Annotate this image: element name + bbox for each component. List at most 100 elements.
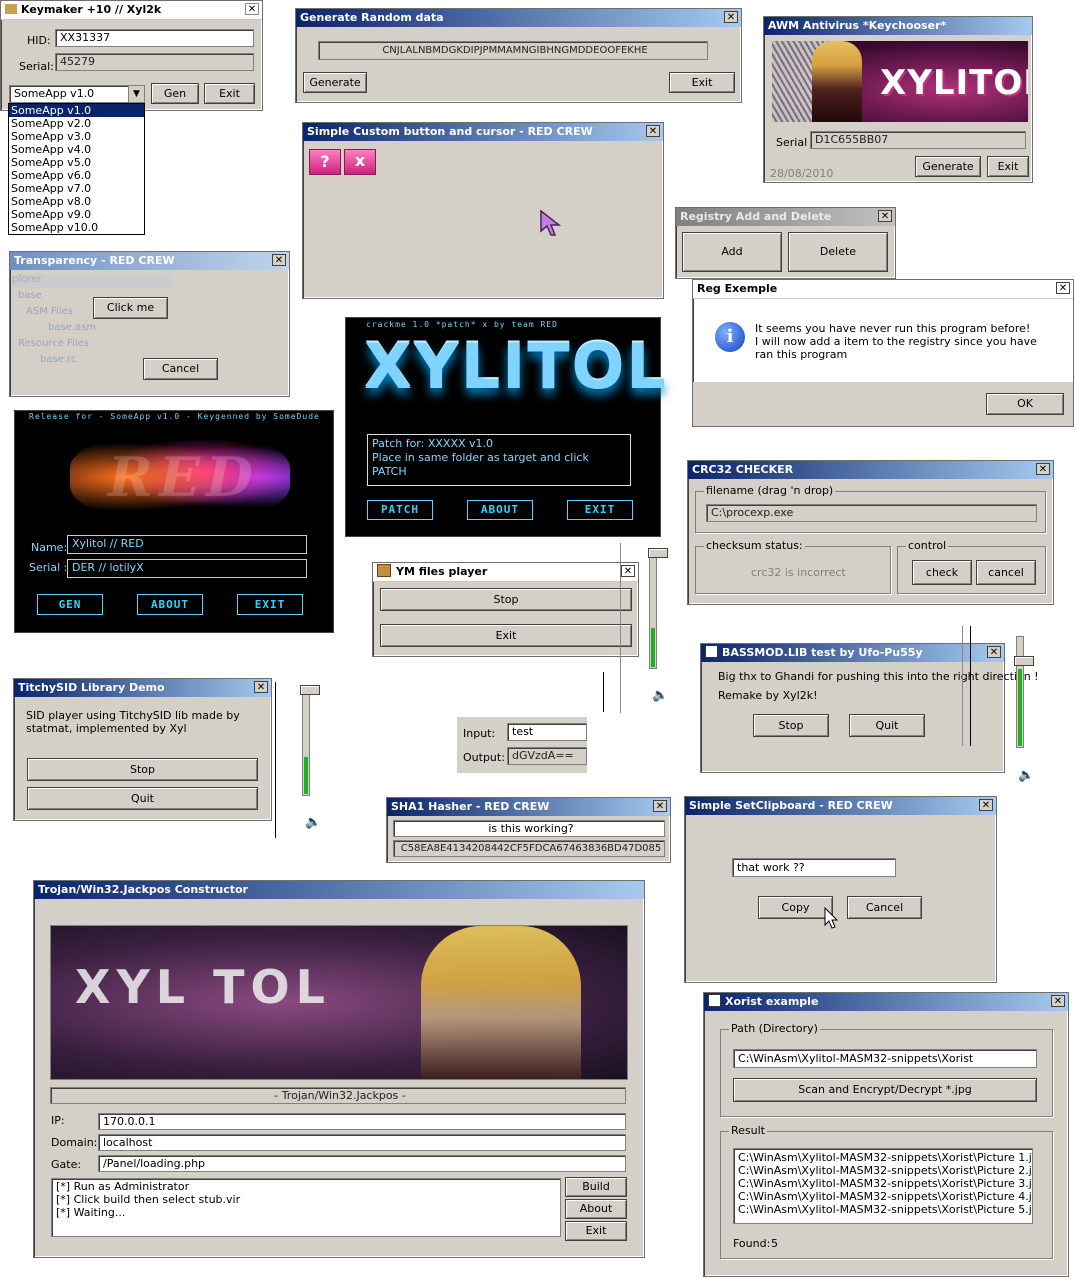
about-button[interactable]: ABOUT	[137, 594, 203, 615]
speaker-icon[interactable]: 🔈	[305, 815, 321, 830]
dropdown-option[interactable]: SomeApp v5.0	[9, 156, 144, 169]
xorist-titlebar[interactable]: Xorist example ✕	[704, 993, 1068, 1011]
scan-encrypt-button[interactable]: Scan and Encrypt/Decrypt *.jpg	[733, 1078, 1037, 1102]
dropdown-option[interactable]: SomeApp v6.0	[9, 169, 144, 182]
app-select[interactable]: SomeApp v1.0 ▼	[9, 85, 145, 103]
cancel-button[interactable]: Cancel	[847, 896, 922, 919]
click-me-button[interactable]: Click me	[93, 297, 168, 319]
dropdown-option[interactable]: SomeApp v2.0	[9, 117, 144, 130]
result-item[interactable]: C:\WinAsm\Xylitol-MASM32-snippets\Xorist…	[738, 1177, 1032, 1190]
dropdown-option[interactable]: SomeApp v8.0	[9, 195, 144, 208]
result-list[interactable]: C:\WinAsm\Xylitol-MASM32-snippets\Xorist…	[733, 1148, 1033, 1224]
gen-button[interactable]: GEN	[37, 594, 103, 615]
dropdown-option[interactable]: SomeApp v3.0	[9, 130, 144, 143]
stop-button[interactable]: Stop	[380, 588, 632, 611]
result-item[interactable]: C:\WinAsm\Xylitol-MASM32-snippets\Xorist…	[738, 1190, 1032, 1203]
dropdown-option[interactable]: SomeApp v1.0	[9, 104, 144, 117]
titchy-titlebar[interactable]: TitchySID Library Demo ✕	[14, 679, 271, 697]
close-icon[interactable]: ✕	[987, 646, 1001, 658]
reg-exemple-titlebar[interactable]: Reg Exemple ✕	[693, 280, 1073, 299]
gen-button[interactable]: Gen	[151, 83, 199, 104]
sha1-input[interactable]: is this working?	[393, 820, 665, 837]
close-icon[interactable]: ✕	[1056, 282, 1070, 294]
dropdown-option[interactable]: SomeApp v9.0	[9, 208, 144, 221]
name-field[interactable]: Xylitol // RED	[67, 535, 307, 554]
delete-button[interactable]: Delete	[788, 232, 888, 272]
close-icon[interactable]: ✕	[653, 800, 667, 812]
bassmod-titlebar[interactable]: BASSMOD.LIB test by Ufo-Pu55y ✕	[701, 644, 1004, 662]
about-button[interactable]: ABOUT	[467, 500, 533, 520]
volume-thumb-1[interactable]	[648, 548, 668, 558]
hid-field[interactable]: XX31337	[55, 29, 254, 47]
close-icon[interactable]: ✕	[1036, 463, 1050, 475]
close-custom-button[interactable]: x	[344, 149, 376, 175]
random-output[interactable]: CNJLALNBMDGKDIPJPMMAMNGIBHNGMDDEOOFEKHE	[318, 41, 708, 60]
close-icon[interactable]: ✕	[878, 210, 892, 222]
close-button[interactable]: ✕	[245, 3, 259, 15]
filename-field[interactable]: C:\procexp.exe	[706, 504, 1037, 522]
speaker-icon[interactable]: 🔈	[1018, 768, 1034, 783]
cancel-button[interactable]: Cancel	[143, 358, 218, 380]
close-icon[interactable]: ✕	[1051, 995, 1065, 1007]
speaker-icon[interactable]: 🔈	[652, 688, 668, 703]
close-icon[interactable]: ✕	[621, 565, 635, 577]
exit-button[interactable]: Exit	[204, 83, 255, 104]
gate-field[interactable]: /Panel/loading.php	[98, 1155, 626, 1172]
serial-field[interactable]: DER // lotilyX	[67, 559, 307, 578]
trojan-titlebar[interactable]: Trojan/Win32.Jackpos Constructor	[34, 881, 644, 899]
sha1-output[interactable]: C58EA8E4134208442CF5FDCA67463836BD47D085	[393, 840, 665, 857]
chevron-down-icon[interactable]: ▼	[128, 86, 144, 102]
volume-thumb-3[interactable]	[300, 685, 320, 695]
stop-button[interactable]: Stop	[753, 714, 829, 737]
serial-field[interactable]: D1C655BB07	[810, 131, 1026, 149]
stop-button[interactable]: Stop	[27, 758, 258, 781]
exit-button[interactable]: Exit	[669, 72, 735, 93]
path-field[interactable]: C:\WinAsm\Xylitol-MASM32-snippets\Xorist	[733, 1049, 1037, 1068]
keymaker-titlebar[interactable]: Keymaker +10 // Xyl2k ✕	[1, 1, 262, 20]
exit-button[interactable]: Exit	[380, 624, 632, 647]
exit-button[interactable]: Exit	[565, 1221, 627, 1241]
random-titlebar[interactable]: Generate Random data ✕	[296, 9, 741, 27]
result-item[interactable]: C:\WinAsm\Xylitol-MASM32-snippets\Xorist…	[738, 1164, 1032, 1177]
help-button[interactable]: ?	[309, 149, 341, 175]
volume-thumb-2[interactable]	[1014, 656, 1034, 666]
dropdown-option[interactable]: SomeApp v7.0	[9, 182, 144, 195]
exit-button[interactable]: EXIT	[237, 594, 303, 615]
awm-titlebar[interactable]: AWM Antivirus *Keychooser*	[764, 17, 1032, 35]
transparency-titlebar[interactable]: Transparency - RED CREW ✕	[10, 252, 289, 270]
cancel-button[interactable]: cancel	[976, 560, 1036, 585]
dropdown-option[interactable]: SomeApp v4.0	[9, 143, 144, 156]
ip-field[interactable]: 170.0.0.1	[98, 1113, 626, 1130]
generate-button[interactable]: Generate	[915, 156, 981, 177]
close-icon[interactable]: ✕	[979, 799, 993, 811]
exit-button[interactable]: EXIT	[567, 500, 633, 520]
ym-titlebar[interactable]: YM files player ✕	[373, 563, 638, 582]
generate-button[interactable]: Generate	[303, 72, 367, 93]
patch-button[interactable]: PATCH	[367, 500, 433, 520]
check-button[interactable]: check	[912, 560, 972, 585]
quit-button[interactable]: Quit	[849, 714, 925, 737]
close-icon[interactable]: ✕	[272, 254, 286, 266]
crc-titlebar[interactable]: CRC32 CHECKER ✕	[688, 461, 1053, 479]
quit-button[interactable]: Quit	[27, 787, 258, 810]
volume-slider-1[interactable]	[649, 555, 657, 669]
add-button[interactable]: Add	[682, 232, 782, 272]
copy-button[interactable]: Copy	[758, 896, 833, 919]
registry-titlebar[interactable]: Registry Add and Delete ✕	[676, 208, 895, 226]
domain-field[interactable]: localhost	[98, 1134, 626, 1151]
close-icon[interactable]: ✕	[254, 681, 268, 693]
custom-titlebar[interactable]: Simple Custom button and cursor - RED CR…	[303, 123, 663, 141]
input-field[interactable]: test	[507, 723, 587, 741]
ok-button[interactable]: OK	[986, 393, 1064, 415]
output-field[interactable]: dGVzdA==	[507, 747, 587, 765]
exit-button[interactable]: Exit	[987, 156, 1029, 177]
sha1-titlebar[interactable]: SHA1 Hasher - RED CREW ✕	[387, 798, 670, 816]
volume-slider-3[interactable]	[302, 688, 310, 796]
result-item[interactable]: C:\WinAsm\Xylitol-MASM32-snippets\Xorist…	[738, 1151, 1032, 1164]
build-button[interactable]: Build	[565, 1177, 627, 1197]
dropdown-option[interactable]: SomeApp v10.0	[9, 221, 144, 234]
clipboard-input[interactable]: that work ??	[732, 858, 896, 877]
serial-field[interactable]: 45279	[55, 53, 254, 71]
clipboard-titlebar[interactable]: Simple SetClipboard - RED CREW ✕	[685, 797, 996, 815]
result-item[interactable]: C:\WinAsm\Xylitol-MASM32-snippets\Xorist…	[738, 1203, 1032, 1216]
